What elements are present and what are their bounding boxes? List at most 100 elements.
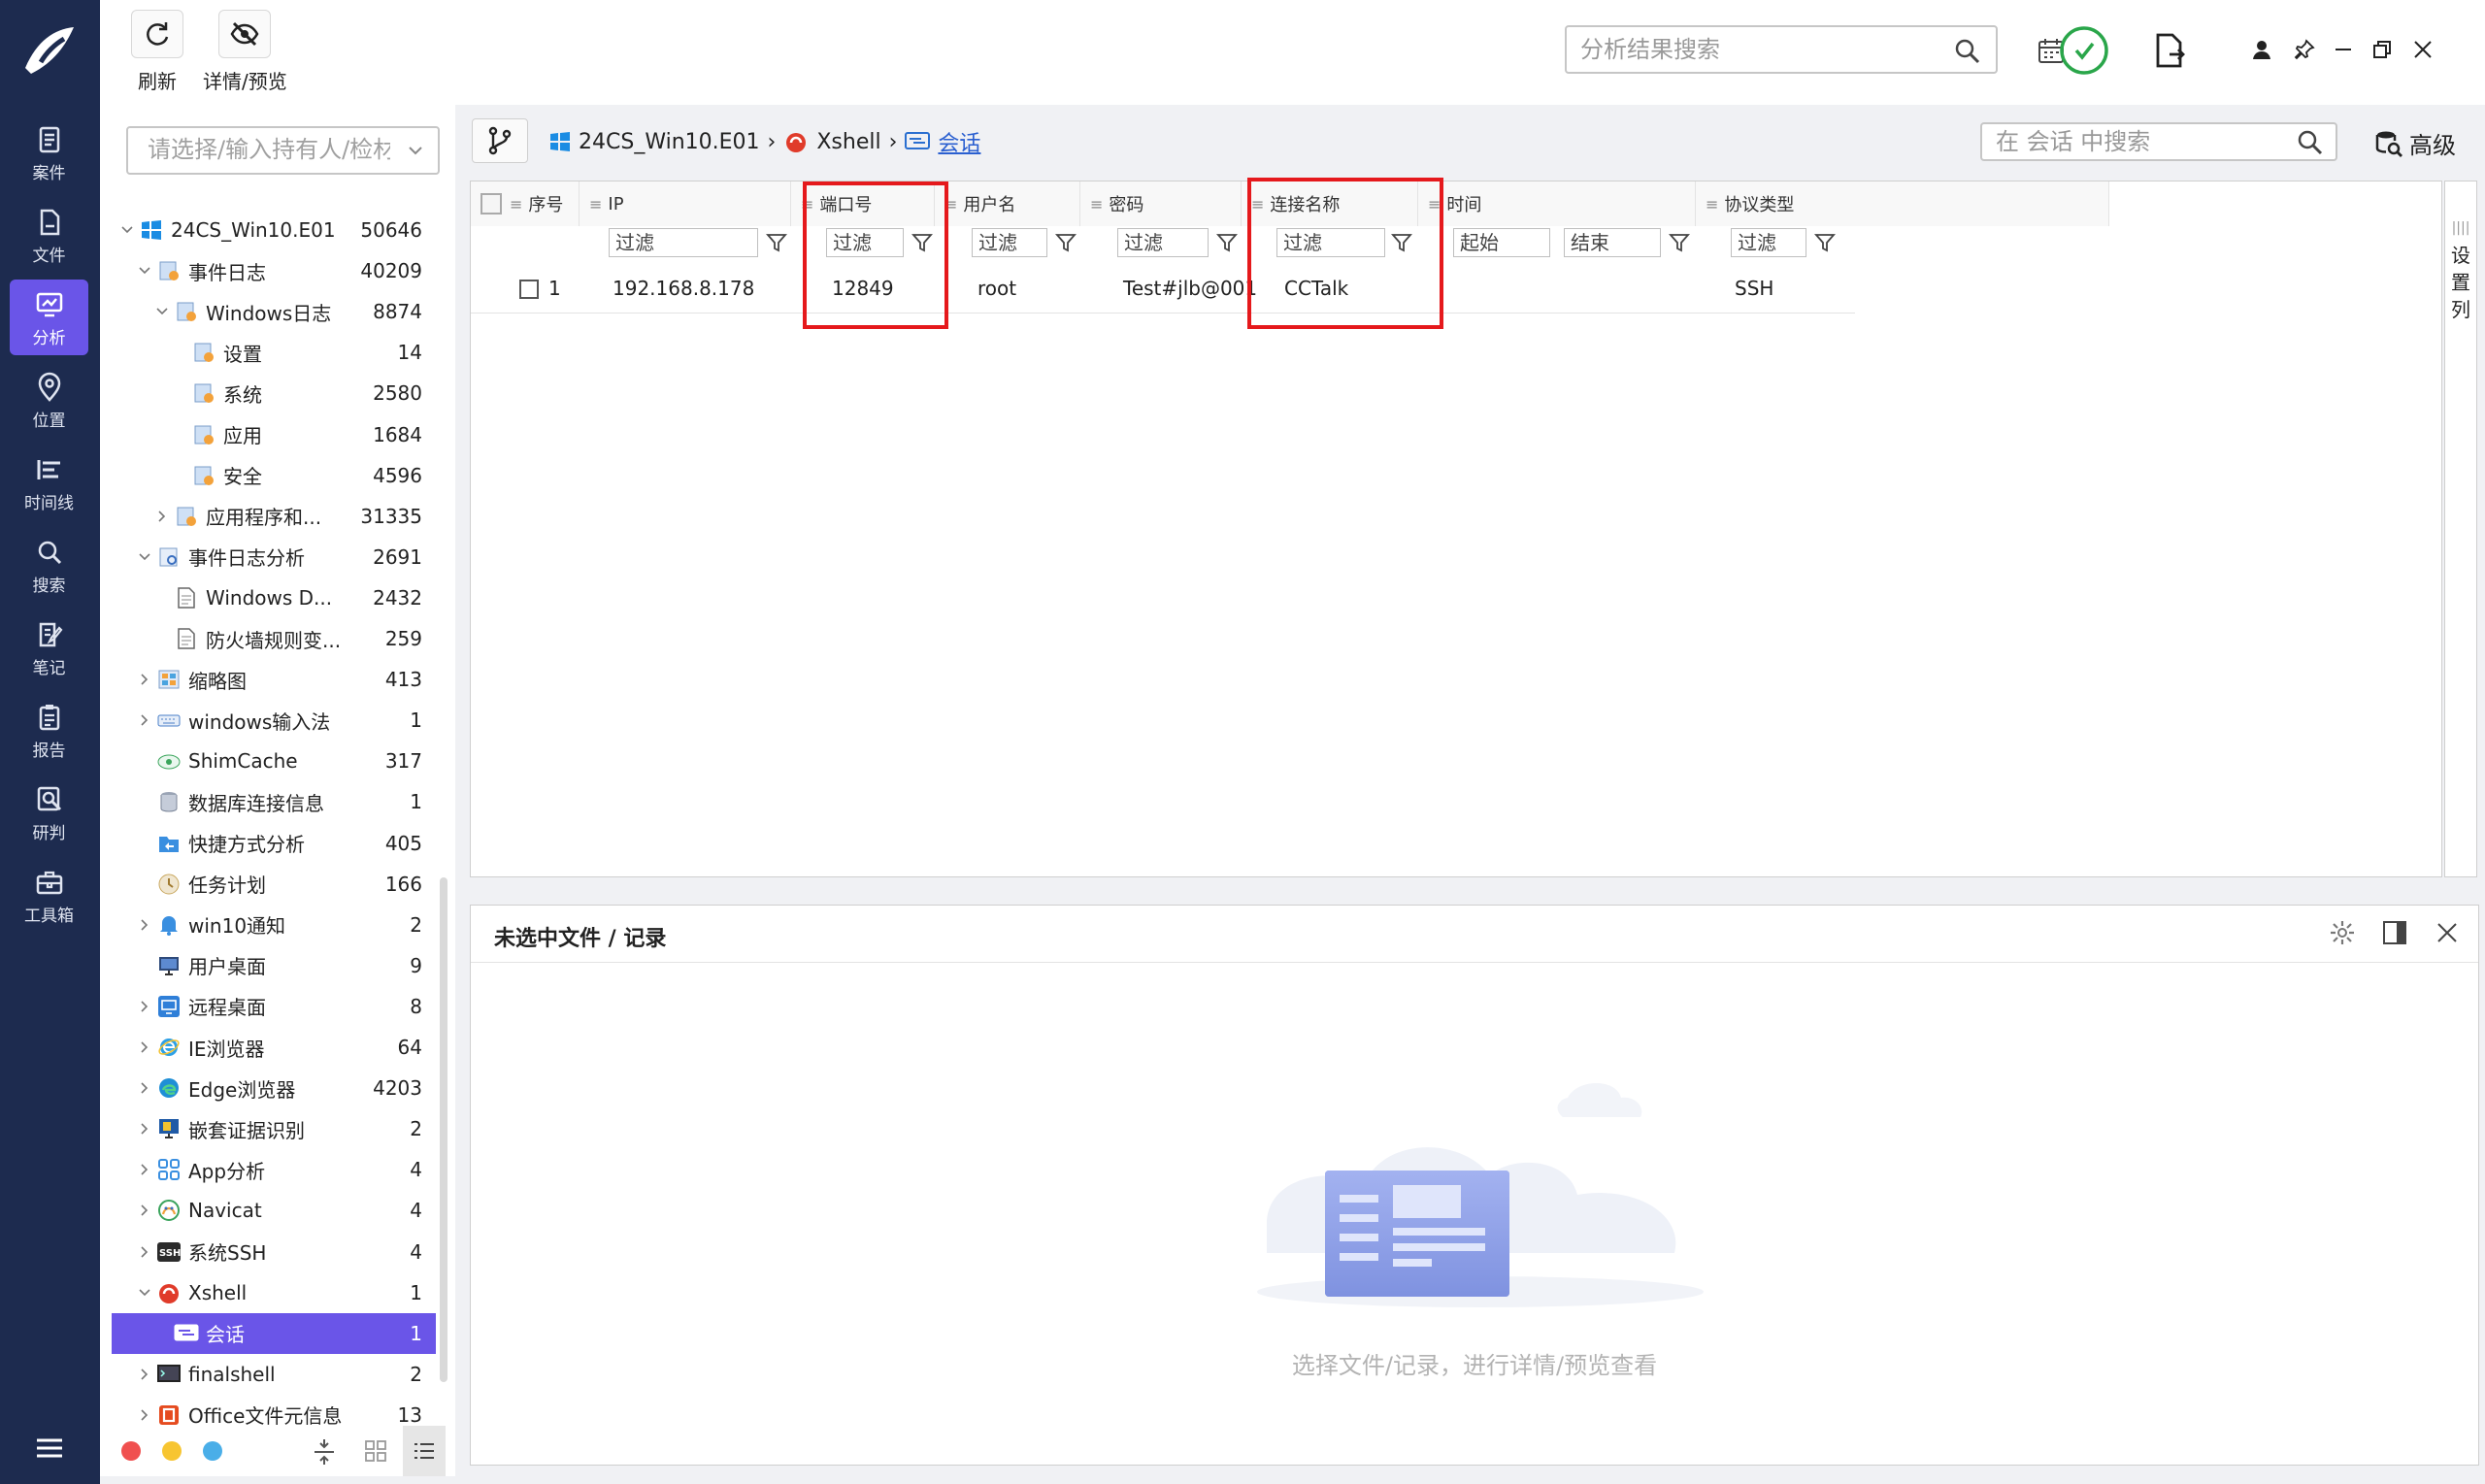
grid-view-icon[interactable] (364, 1439, 387, 1463)
status-shield-button[interactable] (2059, 25, 2109, 76)
tree-item[interactable]: 任务计划 166 (100, 864, 436, 905)
tree-item[interactable]: 24CS_Win10.E01 50646 (100, 210, 436, 250)
holder-select-input[interactable] (128, 128, 390, 171)
chevron-right-icon[interactable] (135, 1405, 154, 1425)
tree-item[interactable]: windows输入法 1 (100, 700, 436, 741)
row-checkbox[interactable] (519, 280, 539, 299)
search-icon[interactable] (1953, 37, 1982, 66)
chevron-right-icon[interactable] (152, 507, 172, 526)
chevron-right-icon[interactable] (135, 1201, 154, 1220)
time-start-input[interactable]: 起始 (1453, 228, 1550, 257)
tree-item[interactable]: win10通知 2 (100, 905, 436, 945)
yellow-dot-icon[interactable] (162, 1441, 182, 1461)
refresh-button[interactable]: 刷新 (131, 10, 183, 94)
search-icon[interactable] (2297, 129, 2324, 156)
tree-item[interactable]: IE浏览器 64 (100, 1027, 436, 1068)
chevron-right-icon[interactable] (135, 710, 154, 730)
close-button[interactable] (2406, 33, 2439, 66)
chevron-right-icon[interactable] (135, 1242, 154, 1262)
branch-button[interactable] (472, 118, 528, 163)
tree-item[interactable]: SSH 系统SSH 4 (100, 1232, 436, 1272)
chevron-right-icon[interactable] (135, 1038, 154, 1057)
select-all-checkbox[interactable] (480, 193, 502, 214)
tree-item[interactable]: ShimCache 317 (100, 741, 436, 781)
collapse-all-icon[interactable] (312, 1437, 337, 1467)
nav-report[interactable]: 报告 (10, 692, 88, 768)
protocol-filter-input[interactable]: 过滤 (1731, 228, 1806, 257)
list-view-button[interactable] (403, 1426, 446, 1476)
minimize-button[interactable] (2327, 33, 2360, 66)
tree-item[interactable]: Windows D... 2432 (100, 577, 436, 618)
filter-icon[interactable] (1814, 232, 1836, 253)
chevron-down-icon[interactable] (117, 220, 137, 240)
tree-item[interactable]: 事件日志 40209 (100, 250, 436, 291)
user-button[interactable] (2245, 33, 2278, 66)
nav-judge[interactable]: 研判 (10, 775, 88, 850)
tree-item[interactable]: 安全 4596 (100, 455, 436, 496)
gear-icon[interactable] (2329, 919, 2356, 946)
nav-location[interactable]: 位置 (10, 362, 88, 438)
breadcrumb-app[interactable]: Xshell (816, 130, 880, 154)
tree-scrollbar[interactable] (440, 877, 447, 1382)
blue-dot-icon[interactable] (203, 1441, 222, 1461)
chevron-right-icon[interactable] (135, 1160, 154, 1179)
tree-item[interactable]: Edge浏览器 4203 (100, 1068, 436, 1108)
table-search-input[interactable] (1982, 124, 2273, 159)
nav-timeline[interactable]: 时间线 (10, 445, 88, 520)
chevron-right-icon[interactable] (135, 1078, 154, 1098)
column-settings-button[interactable]: |||| 设置列 (2444, 181, 2477, 877)
tree-item[interactable]: 设置 14 (100, 332, 436, 373)
tree-item[interactable]: Windows日志 8874 (100, 291, 436, 332)
pin-button[interactable] (2288, 33, 2321, 66)
password-filter-input[interactable]: 过滤 (1117, 228, 1209, 257)
time-end-input[interactable]: 结束 (1564, 228, 1661, 257)
tree-item[interactable]: 嵌套证据识别 2 (100, 1108, 436, 1149)
nav-file[interactable]: 文件 (10, 197, 88, 273)
filter-icon[interactable] (1669, 232, 1690, 253)
restore-button[interactable] (2366, 33, 2399, 66)
chevron-right-icon[interactable] (135, 915, 154, 935)
column-header-username[interactable]: ≡ 用户名 (935, 181, 1080, 226)
chevron-right-icon[interactable] (135, 670, 154, 689)
tree-item[interactable]: 应用程序和... 31335 (100, 496, 436, 537)
close-icon[interactable] (2434, 919, 2461, 946)
nav-analysis[interactable]: 分析 (10, 280, 88, 355)
tree-item[interactable]: 事件日志分析 2691 (100, 537, 436, 577)
column-header-protocol[interactable]: ≡ 协议类型 (1696, 181, 2109, 226)
tree-item[interactable]: 防火墙规则变... 259 (100, 618, 436, 659)
column-header-ip[interactable]: ≡ IP (580, 181, 791, 226)
red-dot-icon[interactable] (121, 1441, 141, 1461)
chevron-down-icon[interactable] (135, 1283, 154, 1303)
username-filter-input[interactable]: 过滤 (972, 228, 1047, 257)
column-header-index[interactable]: ≡ 序号 (471, 181, 580, 226)
tree-item[interactable]: Xshell 1 (100, 1272, 436, 1313)
breadcrumb-source[interactable]: 24CS_Win10.E01 (579, 130, 760, 154)
export-button[interactable] (2150, 31, 2189, 70)
nav-notes[interactable]: 笔记 (10, 610, 88, 685)
column-header-time[interactable]: ≡ 时间 (1418, 181, 1696, 226)
filter-icon[interactable] (766, 232, 787, 253)
filter-icon[interactable] (1216, 232, 1238, 253)
holder-select[interactable] (126, 126, 440, 175)
chevron-right-icon[interactable] (135, 997, 154, 1016)
hamburger-menu-icon[interactable] (33, 1432, 66, 1465)
tree-item[interactable]: 缩略图 413 (100, 659, 436, 700)
chevron-right-icon[interactable] (135, 1119, 154, 1138)
nav-toolbox[interactable]: 工具箱 (10, 857, 88, 933)
tree-item[interactable]: finalshell 2 (100, 1354, 436, 1395)
chevron-down-icon[interactable] (152, 302, 172, 321)
tree-item[interactable]: App分析 4 (100, 1149, 436, 1190)
column-header-password[interactable]: ≡ 密码 (1080, 181, 1242, 226)
advanced-search-button[interactable]: 高级 (2374, 126, 2456, 160)
tree-item[interactable]: 应用 1684 (100, 414, 436, 455)
chevron-down-icon[interactable] (135, 547, 154, 567)
nav-search[interactable]: 搜索 (10, 527, 88, 603)
details-preview-button[interactable]: 详情/预览 (203, 10, 287, 94)
tree-item[interactable]: 远程桌面 8 (100, 986, 436, 1027)
tree-item[interactable]: 数据库连接信息 1 (100, 781, 436, 822)
analysis-search-box[interactable] (1565, 25, 2064, 74)
chevron-right-icon[interactable] (135, 1365, 154, 1384)
table-row[interactable]: 1 192.168.8.178 12849 root Test#jlb@001 … (471, 265, 1855, 313)
split-panel-icon[interactable] (2381, 919, 2408, 946)
filter-icon[interactable] (1055, 232, 1077, 253)
